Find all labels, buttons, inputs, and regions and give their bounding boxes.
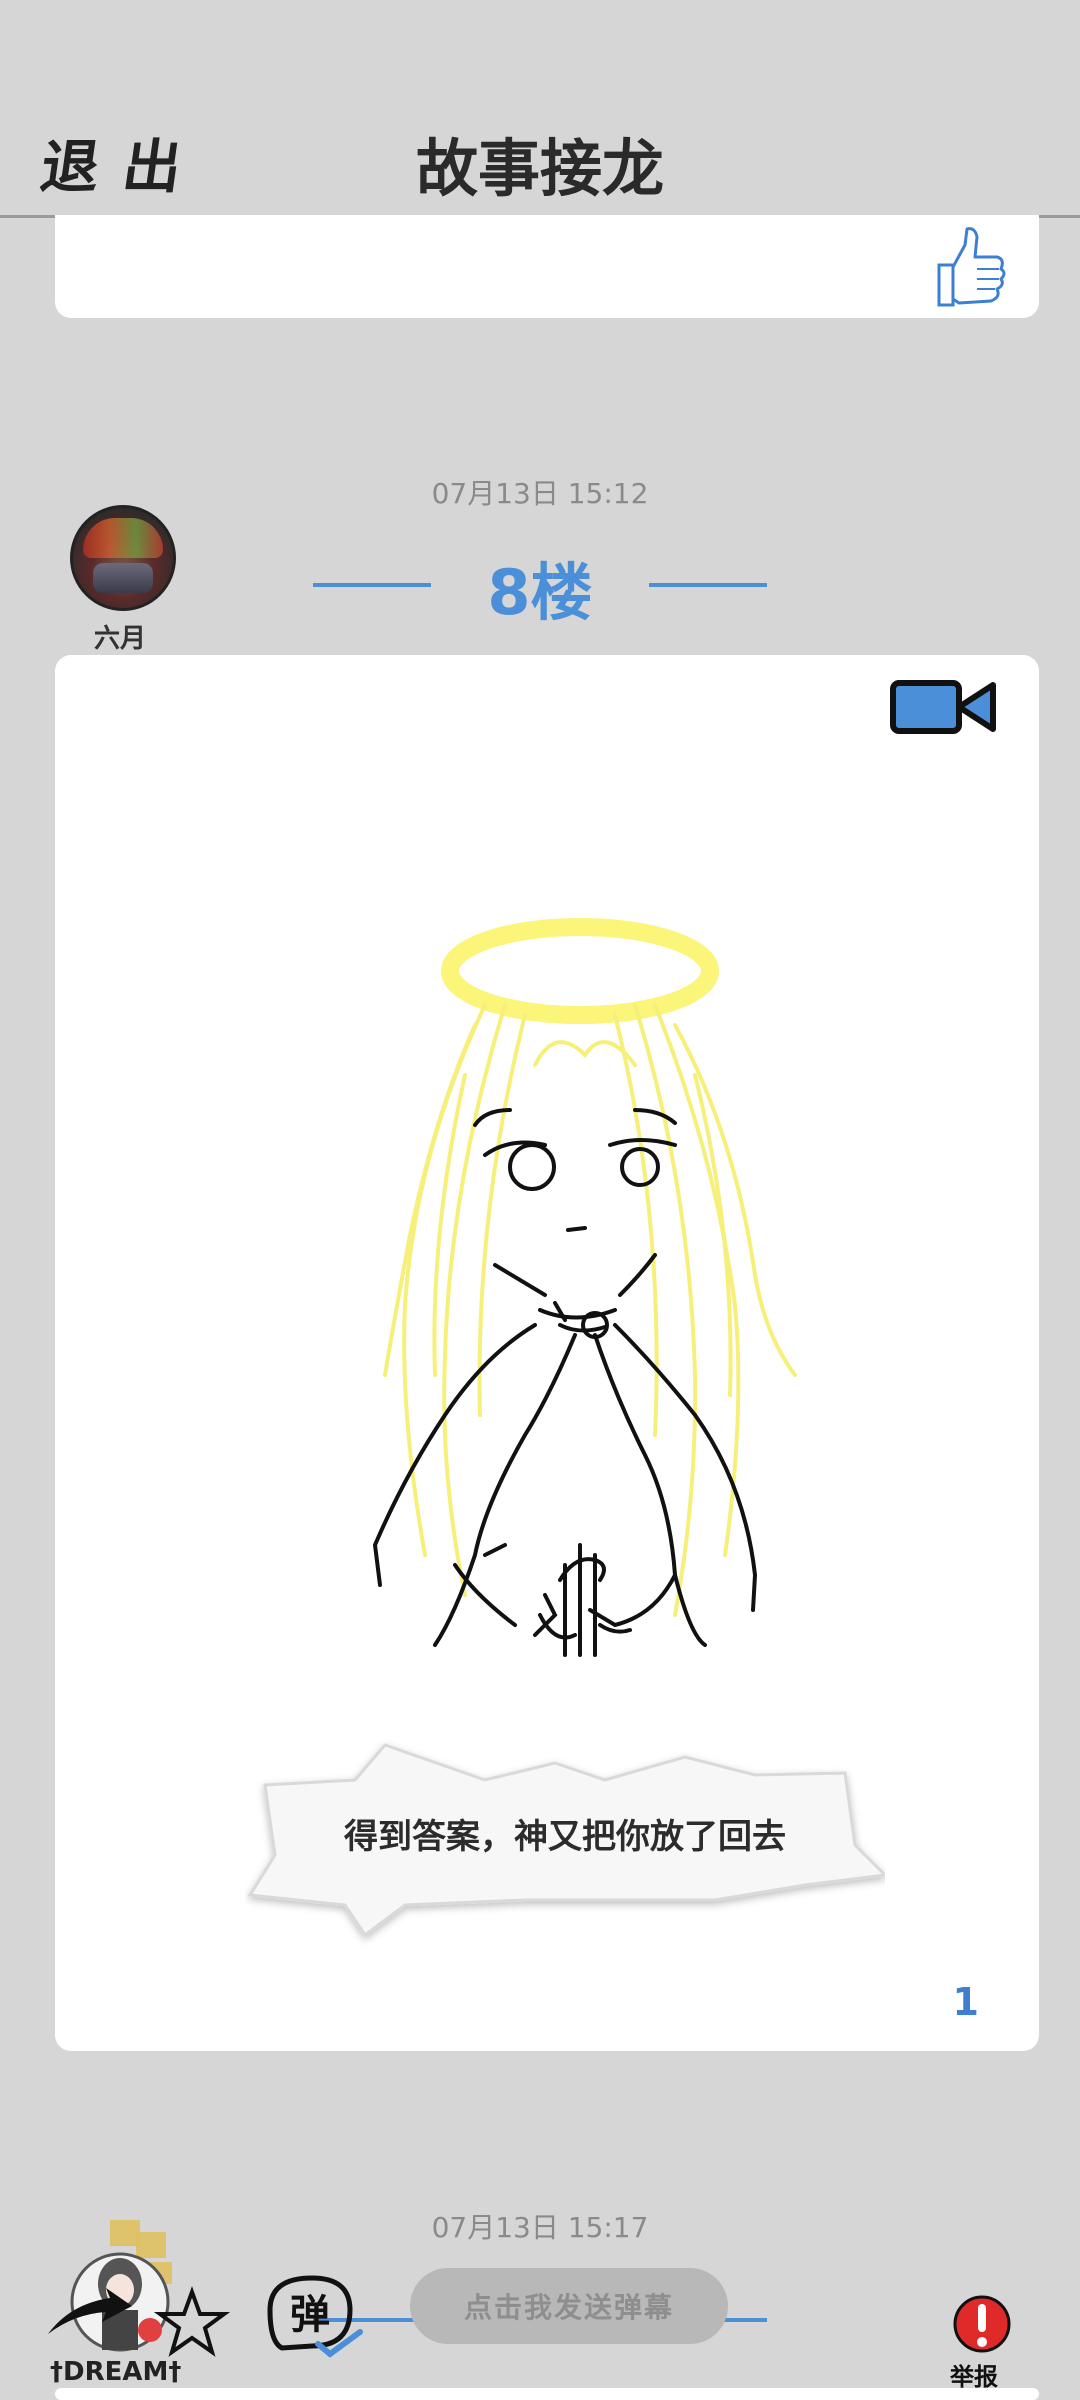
post-timestamp: 07月13日 15:12 (431, 477, 649, 510)
floor-divider-right (649, 583, 767, 587)
author-name[interactable]: 六月 (60, 618, 180, 655)
report-icon[interactable] (952, 2292, 1012, 2356)
bottom-toolbar: †DREAM† 弹 点击我发送弹幕 举报 (0, 2200, 1080, 2400)
speech-bubble (247, 1743, 885, 1938)
user-badge-avatar[interactable] (40, 2214, 230, 2364)
video-camera-icon[interactable] (889, 677, 999, 737)
user-badge-name: †DREAM† (50, 2357, 182, 2387)
page-number: 1 (952, 1980, 979, 2024)
top-bar: 退出 故事接龙 (0, 0, 1080, 218)
author-avatar[interactable] (70, 505, 176, 611)
previous-post-card (55, 215, 1039, 318)
post-card: 得到答案，神又把你放了回去 1 (55, 655, 1039, 2051)
story-drawing (372, 918, 797, 1657)
svg-text:弹: 弹 (290, 2292, 330, 2338)
thumbs-up-icon[interactable] (929, 225, 1009, 311)
send-danmaku-button[interactable]: 点击我发送弹幕 (410, 2268, 728, 2344)
star-icon (153, 2286, 230, 2357)
danmaku-toggle-icon[interactable]: 弹 (262, 2270, 372, 2360)
report-button[interactable]: 举报 (950, 2357, 998, 2392)
page-title: 故事接龙 (415, 132, 664, 205)
